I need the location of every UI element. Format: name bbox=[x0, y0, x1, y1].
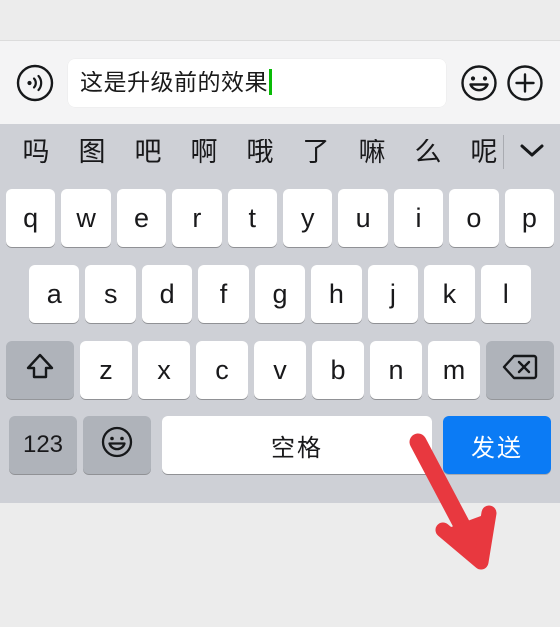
backspace-delete-icon bbox=[501, 352, 539, 389]
emoji-picker-button[interactable] bbox=[456, 60, 502, 106]
candidate-item[interactable]: 啊 bbox=[176, 139, 232, 166]
chat-message-area bbox=[0, 0, 560, 40]
send-button[interactable]: 发送 bbox=[443, 416, 551, 474]
message-text-input[interactable]: 这是升级前的效果 bbox=[68, 58, 446, 107]
key-f[interactable]: f bbox=[198, 265, 249, 323]
candidate-bar: 吗 图 吧 啊 哦 了 嘛 么 呢 bbox=[0, 124, 560, 180]
key-t[interactable]: t bbox=[227, 189, 277, 247]
key-d[interactable]: d bbox=[141, 265, 193, 323]
keyboard-row-2: a s d f g h j k l bbox=[0, 256, 560, 332]
key-m[interactable]: m bbox=[428, 341, 480, 399]
shift-key[interactable] bbox=[6, 341, 74, 399]
key-i[interactable]: i bbox=[393, 189, 444, 247]
emoji-smiley-icon bbox=[100, 425, 134, 466]
numeric-key[interactable]: 123 bbox=[9, 416, 77, 474]
candidate-item[interactable]: 嘛 bbox=[344, 139, 400, 166]
virtual-keyboard: 吗 图 吧 啊 哦 了 嘛 么 呢 q w e r t y u i o p a … bbox=[0, 124, 560, 570]
candidate-item[interactable]: 吗 bbox=[8, 139, 64, 166]
chevron-down-icon bbox=[517, 140, 547, 165]
candidate-item[interactable]: 吧 bbox=[120, 139, 176, 166]
voice-input-icon bbox=[15, 63, 55, 103]
key-j[interactable]: j bbox=[367, 265, 419, 323]
key-w[interactable]: w bbox=[61, 189, 111, 247]
backspace-key[interactable] bbox=[486, 341, 554, 399]
candidate-expand-button[interactable] bbox=[504, 124, 560, 180]
keyboard-row-4: 123 空格 发送 bbox=[0, 408, 560, 482]
key-o[interactable]: o bbox=[449, 189, 499, 247]
key-v[interactable]: v bbox=[254, 341, 306, 399]
key-r[interactable]: r bbox=[172, 189, 222, 247]
key-n[interactable]: n bbox=[370, 341, 422, 399]
candidate-list[interactable]: 吗 图 吧 啊 哦 了 嘛 么 呢 bbox=[0, 139, 503, 166]
key-b[interactable]: b bbox=[312, 341, 364, 399]
key-y[interactable]: y bbox=[283, 189, 333, 247]
key-h[interactable]: h bbox=[311, 265, 362, 323]
plus-icon bbox=[505, 63, 545, 103]
keyboard-row-1: q w e r t y u i o p bbox=[0, 180, 560, 256]
key-l[interactable]: l bbox=[480, 265, 531, 323]
key-e[interactable]: e bbox=[116, 189, 167, 247]
candidate-item[interactable]: 了 bbox=[288, 139, 344, 166]
message-text-value: 这是升级前的效果 bbox=[80, 71, 268, 94]
key-s[interactable]: s bbox=[85, 265, 136, 323]
candidate-item[interactable]: 呢 bbox=[456, 139, 503, 166]
voice-input-button[interactable] bbox=[12, 60, 58, 106]
key-k[interactable]: k bbox=[424, 265, 475, 323]
key-a[interactable]: a bbox=[29, 265, 80, 323]
key-p[interactable]: p bbox=[504, 189, 555, 247]
key-c[interactable]: c bbox=[196, 341, 248, 399]
add-attachment-button[interactable] bbox=[502, 60, 548, 106]
key-q[interactable]: q bbox=[5, 189, 56, 247]
shift-up-arrow-icon bbox=[23, 351, 57, 390]
emoji-key[interactable] bbox=[83, 416, 151, 474]
candidate-item[interactable]: 图 bbox=[64, 139, 120, 166]
key-z[interactable]: z bbox=[80, 341, 132, 399]
space-key[interactable]: 空格 bbox=[162, 416, 432, 474]
candidate-item[interactable]: 么 bbox=[400, 139, 456, 166]
key-g[interactable]: g bbox=[254, 265, 306, 323]
candidate-item[interactable]: 哦 bbox=[232, 139, 288, 166]
message-input-toolbar: 这是升级前的效果 bbox=[0, 40, 560, 124]
smiley-icon bbox=[459, 63, 499, 103]
key-u[interactable]: u bbox=[338, 189, 388, 247]
key-x[interactable]: x bbox=[138, 341, 190, 399]
text-caret bbox=[269, 68, 272, 95]
keyboard-row-3: z x c v b n m bbox=[0, 332, 560, 408]
app-screen: 这是升级前的效果 吗 图 吧 啊 哦 了 嘛 么 呢 q w e r t y u… bbox=[0, 0, 560, 570]
